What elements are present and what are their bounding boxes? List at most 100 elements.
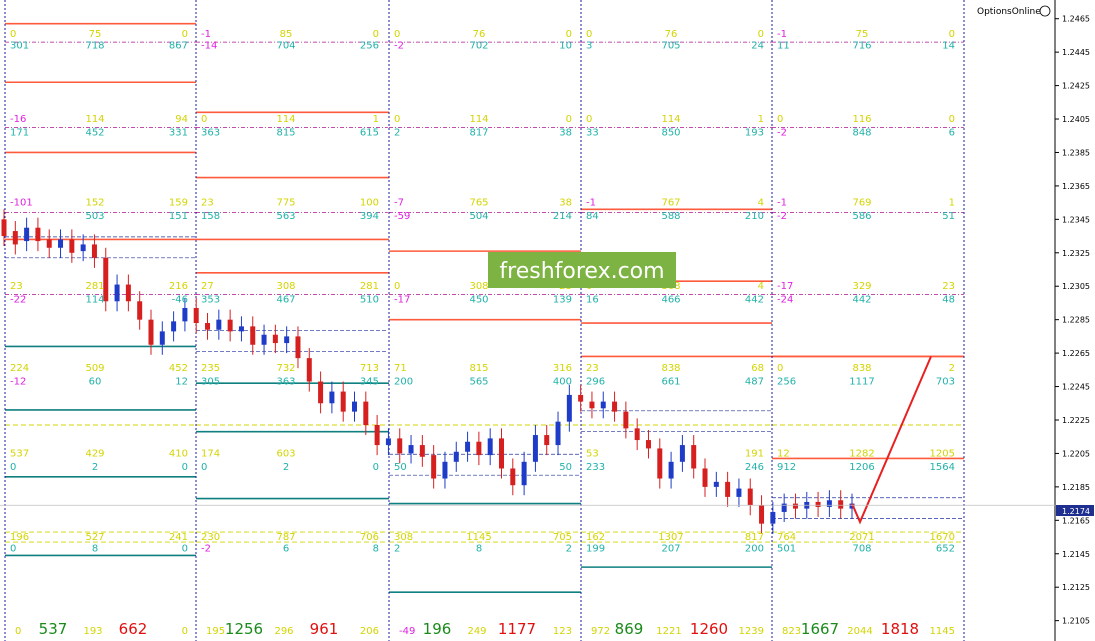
level-label: 8: [476, 544, 482, 555]
footer-value: 1145: [930, 626, 955, 637]
level-label: -46: [172, 295, 188, 306]
y-tick-label: 1.2385: [1062, 148, 1090, 157]
level-label: 23: [10, 281, 23, 292]
level-label: 199: [586, 544, 605, 555]
level-label: 452: [85, 127, 104, 138]
level-label: 94: [175, 114, 188, 125]
footer-total: 1177: [498, 620, 536, 638]
level-label: 0: [586, 114, 592, 125]
level-label: 2: [949, 363, 955, 374]
level-label: -1: [777, 29, 787, 40]
candle-body: [205, 323, 211, 330]
level-label: 0: [566, 29, 572, 40]
level-label: -24: [777, 295, 793, 306]
level-label: 296: [586, 377, 605, 388]
level-label: 0: [373, 29, 379, 40]
candle-body: [352, 401, 358, 412]
candle-body: [623, 411, 629, 429]
level-label: 76: [473, 29, 486, 40]
footer-value: 249: [467, 626, 486, 637]
level-label: 114: [276, 114, 295, 125]
level-label: 12: [777, 448, 790, 459]
level-label: 50: [559, 462, 572, 473]
level-label: 1670: [930, 532, 955, 543]
level-label: 246: [745, 462, 764, 473]
y-tick-label: 1.2145: [1062, 550, 1090, 559]
candle-body: [498, 438, 504, 469]
candle-body: [725, 481, 731, 497]
level-label: 0: [394, 281, 400, 292]
level-label: 50: [394, 462, 407, 473]
level-label: 704: [276, 40, 295, 51]
candle-body: [284, 336, 290, 344]
footer-value: -49: [399, 626, 415, 637]
y-tick-label: 1.2465: [1062, 15, 1090, 24]
y-tick-label: 1.2265: [1062, 349, 1090, 358]
level-label: 603: [276, 448, 295, 459]
level-label: 0: [10, 544, 16, 555]
level-label: 151: [169, 211, 188, 222]
level-label: 162: [586, 532, 605, 543]
footer-value: 823: [782, 626, 801, 637]
candle-body: [35, 227, 41, 242]
level-label: 281: [85, 281, 104, 292]
level-label: 4: [758, 281, 764, 292]
level-label: 442: [745, 295, 764, 306]
level-label: 38: [559, 198, 572, 209]
y-tick-label: 1.2405: [1062, 115, 1090, 124]
level-label: 12: [175, 377, 188, 388]
candle-body: [442, 461, 448, 479]
level-label: 504: [469, 211, 488, 222]
level-label: 256: [360, 40, 379, 51]
level-label: 702: [469, 40, 488, 51]
candle-body: [261, 334, 267, 345]
candle-body: [747, 488, 753, 506]
level-label: 75: [89, 29, 102, 40]
watermark-logo: freshforex.com: [488, 252, 676, 288]
level-label: 442: [852, 295, 871, 306]
y-tick-label: 1.2245: [1062, 383, 1090, 392]
level-label: 838: [852, 363, 871, 374]
candle-body: [227, 319, 233, 332]
candle-body: [691, 445, 697, 469]
footer-total: 1256: [225, 620, 263, 638]
candle-body: [476, 441, 482, 456]
level-label: 2071: [849, 532, 874, 543]
level-label: 466: [661, 295, 680, 306]
level-label: 510: [360, 295, 379, 306]
y-tick-label: 1.2125: [1062, 583, 1090, 592]
level-label: 509: [85, 363, 104, 374]
level-label: 0: [394, 114, 400, 125]
level-label: 732: [276, 363, 295, 374]
footer-value: 0: [15, 626, 21, 637]
footer-value: 1221: [656, 626, 681, 637]
level-label: 23: [586, 363, 599, 374]
candle-body: [657, 448, 663, 479]
footer-total: 1260: [690, 620, 728, 638]
level-label: 586: [852, 211, 871, 222]
level-label: 817: [745, 532, 764, 543]
level-label: 48: [942, 295, 955, 306]
level-label: 230: [201, 532, 220, 543]
level-label: 308: [394, 532, 413, 543]
level-label: 114: [661, 114, 680, 125]
brand-tag: OptionsOnline: [977, 5, 1051, 17]
level-label: 487: [745, 377, 764, 388]
level-label: 501: [777, 544, 796, 555]
level-label: 0: [373, 462, 379, 473]
level-label: 0: [10, 462, 16, 473]
level-label: 429: [85, 448, 104, 459]
level-label: 0: [201, 462, 207, 473]
level-label: 703: [936, 377, 955, 388]
brand-label: OptionsOnline: [977, 7, 1041, 17]
level-label: 114: [85, 295, 104, 306]
y-tick-label: 1.2185: [1062, 483, 1090, 492]
footer-total: 662: [119, 620, 148, 638]
chart-background: [0, 0, 1095, 641]
candle-body: [12, 231, 18, 245]
level-label: 815: [276, 127, 295, 138]
level-label: 0: [201, 114, 207, 125]
level-label: 838: [661, 363, 680, 374]
level-label: 588: [661, 211, 680, 222]
level-label: 159: [169, 198, 188, 209]
